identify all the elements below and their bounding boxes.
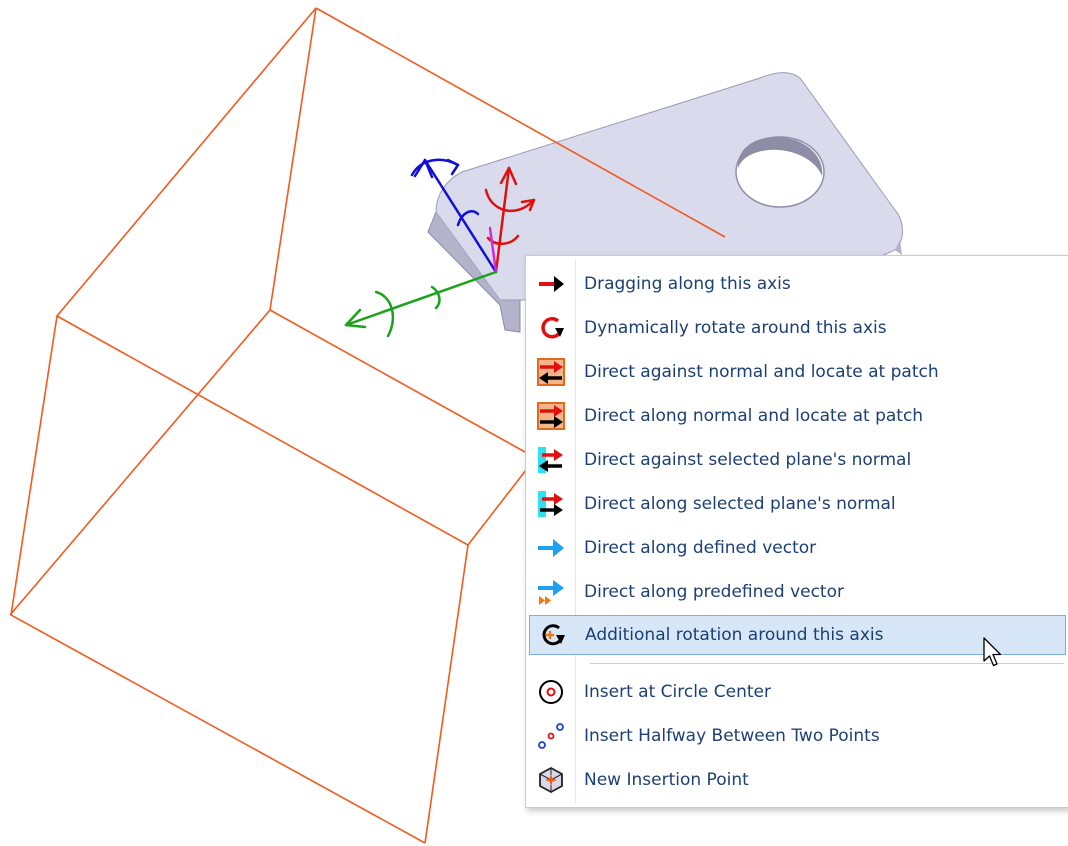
mouse-pointer-icon (983, 637, 1002, 667)
additional-rotation-icon (537, 620, 567, 650)
menu-item-label: Direct along normal and locate at patch (584, 406, 924, 426)
along-normal-patch-icon (536, 401, 566, 431)
menu-item-label: Insert at Circle Center (584, 682, 772, 702)
menu-item-label: Dynamically rotate around this axis (584, 318, 887, 338)
menu-item-label: Direct along selected plane's normal (584, 494, 896, 514)
menu-item-predefined-vector[interactable]: Direct along predefined vector (529, 572, 1066, 612)
menu-item-rotate-around-axis[interactable]: Dynamically rotate around this axis (529, 308, 1066, 348)
menu-item-along-normal-patch[interactable]: Direct along normal and locate at patch (529, 396, 1066, 436)
new-insertion-point-icon (536, 765, 566, 795)
menu-item-label: Direct along defined vector (584, 538, 817, 558)
menu-item-against-normal-patch[interactable]: Direct against normal and locate at patc… (529, 352, 1066, 392)
menu-item-label: New Insertion Point (584, 770, 749, 790)
red-arrow-right-icon (536, 269, 566, 299)
menu-item-label: Additional rotation around this axis (585, 625, 884, 645)
menu-item-insert-circle-center[interactable]: Insert at Circle Center (529, 672, 1066, 712)
predefined-vector-icon (536, 577, 566, 607)
menu-item-against-plane-normal[interactable]: Direct against selected plane's normal (529, 440, 1066, 480)
menu-item-defined-vector[interactable]: Direct along defined vector (529, 528, 1066, 568)
menu-item-drag-along-axis[interactable]: Dragging along this axis (529, 264, 1066, 304)
menu-item-along-plane-normal[interactable]: Direct along selected plane's normal (529, 484, 1066, 524)
blue-arrow-right-icon (536, 533, 566, 563)
rotate-arrow-icon (536, 313, 566, 343)
against-normal-patch-icon (536, 357, 566, 387)
along-plane-normal-icon (536, 489, 566, 519)
against-plane-normal-icon (536, 445, 566, 475)
menu-item-new-insertion-point[interactable]: New Insertion Point (529, 760, 1066, 800)
menu-item-label: Dragging along this axis (584, 274, 791, 294)
menu-item-label: Direct along predefined vector (584, 582, 844, 602)
menu-item-insert-halfway[interactable]: Insert Halfway Between Two Points (529, 716, 1066, 756)
menu-item-label: Insert Halfway Between Two Points (584, 726, 880, 746)
halfway-points-icon (536, 721, 566, 751)
context-menu: Dragging along this axis Dynamically rot… (525, 255, 1068, 808)
menu-item-label: Direct against normal and locate at patc… (584, 362, 939, 382)
circle-center-icon (536, 677, 566, 707)
menu-item-label: Direct against selected plane's normal (584, 450, 912, 470)
